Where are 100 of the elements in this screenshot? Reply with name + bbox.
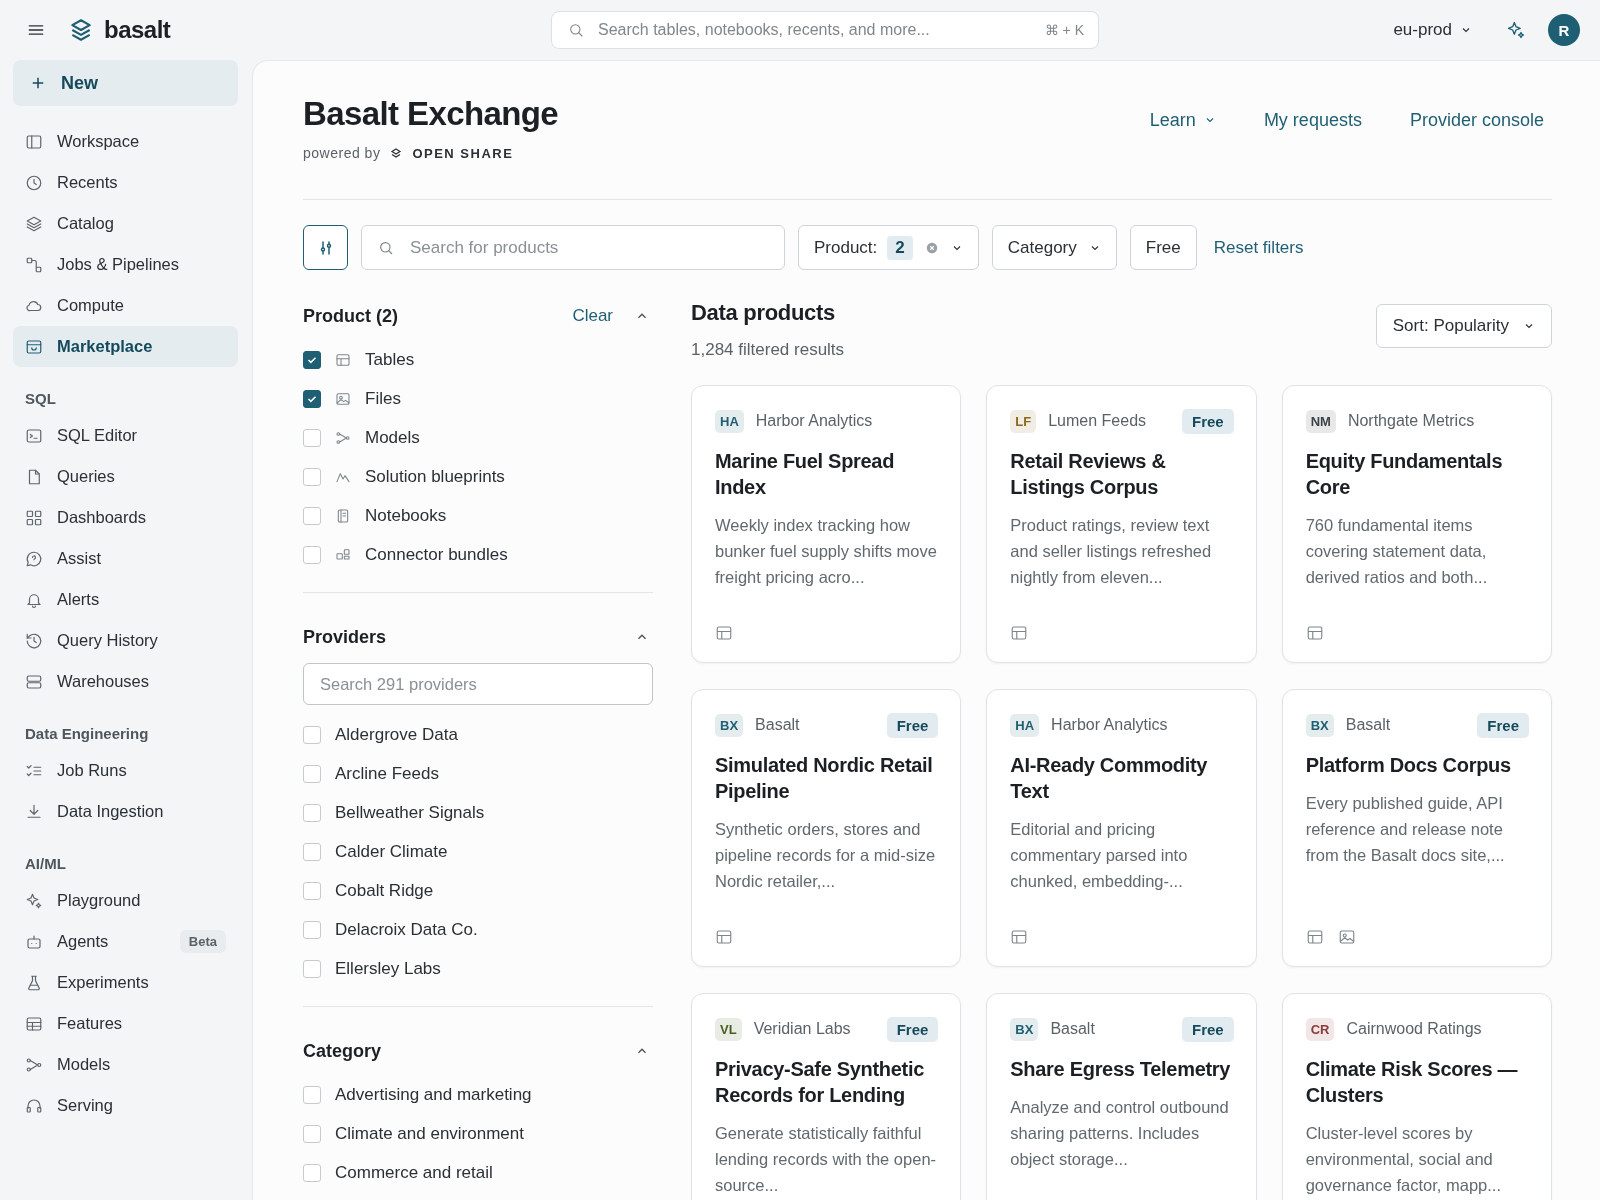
page-title: Basalt Exchange (303, 95, 559, 133)
search-input[interactable]: Search for products (408, 236, 768, 259)
download-icon (25, 802, 43, 821)
sidebar-item[interactable]: Compute (13, 285, 238, 326)
beta-badge: Beta (179, 930, 226, 953)
user-avatar[interactable]: R (1548, 14, 1580, 46)
reset-filters-link[interactable]: Reset filters (1213, 237, 1304, 258)
provider-name: Northgate Metrics (1347, 412, 1476, 430)
table-icon (1010, 928, 1029, 946)
provider-initials: BX (715, 713, 744, 737)
provider-name: Basalt (1050, 1020, 1096, 1038)
product-title: Marine Fuel Spread Index (715, 449, 896, 500)
layers-icon (25, 214, 43, 233)
sidebar-panel-icon (25, 132, 43, 151)
product-card[interactable]: BX Basalt Free Share Egress Telemetry Analyze and control outbound sharing patterns. Includes object storage... (986, 993, 1257, 1200)
provider-initials: HA (1010, 713, 1040, 737)
provider-name: Harbor Analytics (755, 412, 874, 430)
category-dropdown[interactable]: Category (991, 225, 1117, 270)
product-description: Editorial and pricing commentary parsed into chunked, embedding-... (1010, 819, 1189, 892)
sidebar-item[interactable]: Serving (13, 1085, 238, 1126)
sidebar-item[interactable]: Models (13, 1044, 238, 1085)
search-input[interactable]: Search tables, notebooks, recents, and more... (596, 20, 1033, 40)
product-card[interactable]: HA Harbor Analytics Marine Fuel Spread Index Weekly index tracking how bunker fuel supply shifts move freight pricing acro... (691, 385, 962, 663)
nodes-icon (335, 429, 351, 446)
product-title: Privacy-Safe Synthetic Records for Lending (715, 1057, 926, 1108)
checkbox[interactable] (303, 350, 321, 369)
sort-dropdown[interactable]: Sort: Popularity (1375, 304, 1552, 348)
provider-search-field[interactable]: Search 291 providers (303, 663, 653, 705)
provider-initials: LF (1010, 409, 1037, 433)
sidebar-section-title: Data Engineering (24, 724, 150, 744)
free-filter-button[interactable]: Free (1129, 225, 1197, 270)
option-label: Ellersley Labs (335, 958, 441, 979)
free-badge: Free (1181, 408, 1234, 434)
sidebar-item[interactable]: Query History (13, 620, 238, 661)
free-badge: Free (1477, 712, 1529, 738)
clear-link[interactable]: Clear (572, 306, 613, 326)
sidebar-item[interactable]: Features (13, 1003, 238, 1044)
headset-icon (25, 1096, 43, 1115)
filter-toggle-button[interactable] (303, 225, 348, 270)
provider-initials: CR (1305, 1017, 1335, 1041)
product-search-field[interactable]: Search for products (361, 225, 785, 270)
sidebar-item[interactable]: Assist (13, 538, 238, 579)
sidebar-item[interactable]: Queries (13, 456, 238, 497)
sparkle-icon (25, 891, 43, 910)
new-button[interactable]: New (13, 60, 238, 106)
sidebar-item[interactable]: Job Runs (13, 750, 238, 791)
free-badge: Free (1181, 1016, 1234, 1042)
sidebar-item[interactable]: SQL Editor (13, 415, 238, 456)
product-card[interactable]: NM Northgate Metrics Equity Fundamentals Core 760 fundamental items covering statement data, derived ratios and both... (1281, 385, 1552, 663)
product-title: Platform Docs Corpus (1305, 753, 1512, 778)
sidebar-item[interactable]: Warehouses (13, 661, 238, 702)
option-label: Cobalt Ridge (335, 880, 434, 901)
global-search-field[interactable]: Search tables, notebooks, recents, and more... ⌘ + K (551, 11, 1099, 49)
product-card[interactable]: BX Basalt Free Platform Docs Corpus Every published guide, API reference and release note from the Basalt docs site,... (1281, 689, 1552, 967)
sidebar-section-title: SQL (24, 389, 57, 409)
header-link[interactable]: My requests (1263, 109, 1362, 131)
product-description: Product ratings, review text and seller listings refreshed nightly from eleven... (1010, 515, 1213, 588)
sidebar-item[interactable]: Data Ingestion (13, 791, 238, 832)
notebook-icon (335, 507, 351, 524)
sparkle-icon[interactable] (1506, 20, 1526, 40)
provider-name: Lumen Feeds (1048, 412, 1148, 430)
sidebar-item[interactable]: Experiments (13, 962, 238, 1003)
product-card[interactable]: CR Cairnwood Ratings Climate Risk Scores — Clusters Cluster-level scores by environmental, social and governance factor, mapp... (1281, 993, 1552, 1200)
product-card[interactable]: HA Harbor Analytics AI-Ready Commodity Text Editorial and pricing commentary parsed into chunked, embedding-... (986, 689, 1257, 967)
environment-dropdown[interactable]: eu-prod (1387, 19, 1478, 41)
terminal-icon (25, 426, 43, 445)
sidebar-item[interactable]: Marketplace (13, 326, 238, 367)
checkbox[interactable] (303, 389, 321, 408)
option-label: Tables (365, 349, 415, 370)
product-title: Equity Fundamentals Core (1305, 449, 1504, 500)
sidebar-item[interactable]: Catalog (13, 203, 238, 244)
nodes-icon (25, 1055, 43, 1074)
table-icon (1010, 624, 1029, 642)
product-card[interactable]: BX Basalt Free Simulated Nordic Retail Pipeline Synthetic orders, stores and pipeline records for a mid-size Nordic retailer,... (691, 689, 962, 967)
product-filter-dropdown[interactable]: Product: 2 (798, 225, 979, 270)
product-title: AI-Ready Commodity Text (1010, 753, 1209, 804)
product-description: Cluster-level scores by environmental, social and governance factor, mapp... (1305, 1123, 1503, 1196)
sidebar-item[interactable]: Alerts (13, 579, 238, 620)
option-label: Solution blueprints (365, 466, 505, 487)
sidebar-item[interactable]: Jobs & Pipelines (13, 244, 238, 285)
product-description: 760 fundamental items covering statement data, derived ratios and both... (1305, 515, 1489, 588)
header-link[interactable]: Learn (1149, 109, 1216, 131)
sidebar-item[interactable]: Recents (13, 162, 238, 203)
sidebar-item[interactable]: Playground (13, 880, 238, 921)
sidebar-item[interactable]: Workspace (13, 121, 238, 162)
product-card[interactable]: VL Veridian Labs Free Privacy-Safe Synthetic Records for Lending Generate statistically faithful lending records with the open-source... (691, 993, 962, 1200)
sidebar-item[interactable]: Agents Beta (13, 921, 238, 962)
provider-initials: BX (1305, 713, 1334, 737)
header-link[interactable]: Provider console (1409, 109, 1544, 131)
image-icon (1337, 928, 1356, 946)
results-count: 1,284 filtered results (691, 340, 845, 360)
product-card[interactable]: LF Lumen Feeds Free Retail Reviews & Listings Corpus Product ratings, review text and seller listings refreshed nightly from eleven... (986, 385, 1257, 663)
product-description: Generate statistically faithful lending records with the open-source... (715, 1123, 938, 1196)
free-badge: Free (886, 712, 939, 738)
sidebar-item[interactable]: Dashboards (13, 497, 238, 538)
product-description: Weekly index tracking how bunker fuel supply shifts move freight pricing acro... (715, 515, 938, 588)
option-label: Commerce and retail (335, 1162, 493, 1183)
clear-icon[interactable] (924, 240, 939, 255)
facet-title: Providers (303, 626, 388, 648)
provider-initials: HA (715, 409, 744, 433)
